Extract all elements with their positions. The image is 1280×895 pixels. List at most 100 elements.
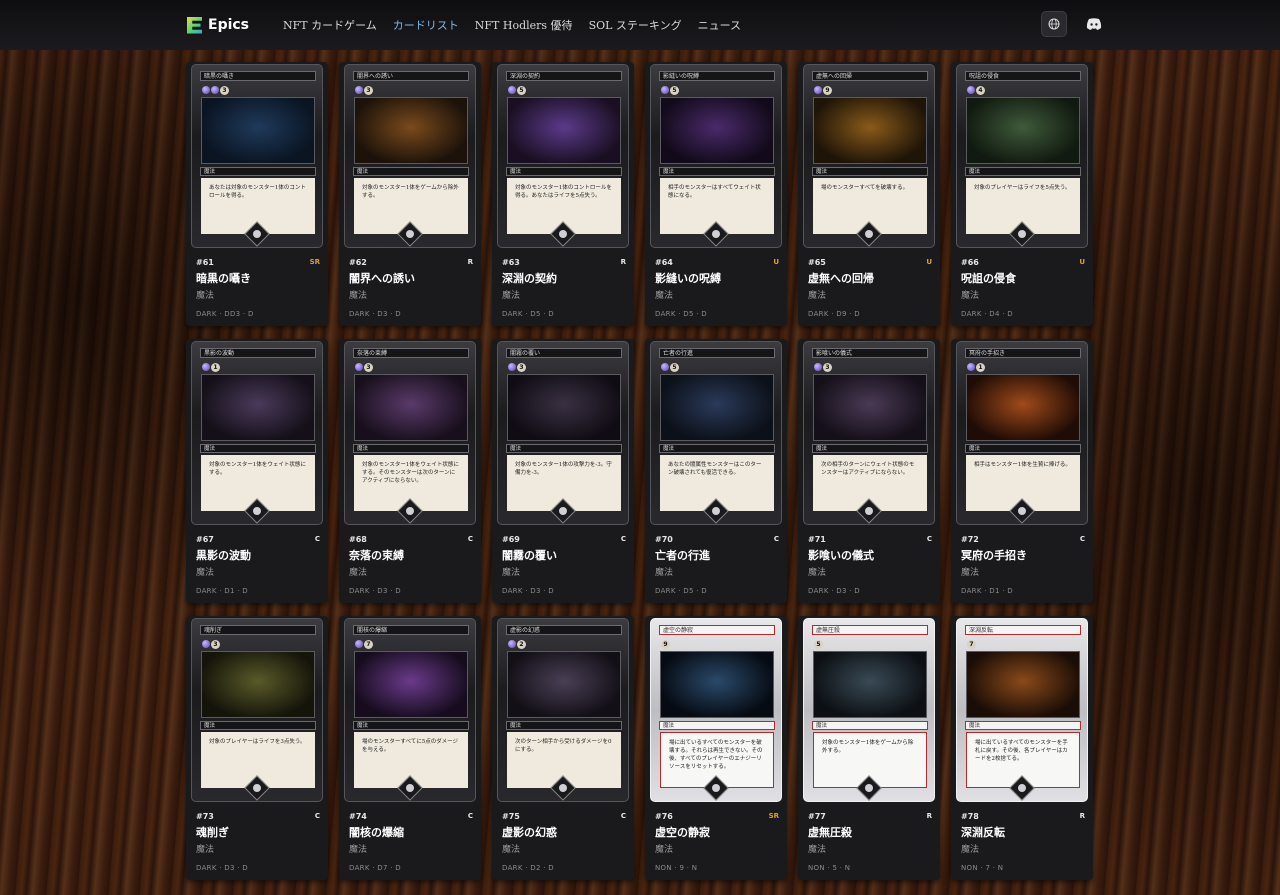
cost-number: 5	[517, 85, 526, 95]
card-type: 魔法	[502, 568, 521, 578]
card-artwork	[507, 651, 621, 718]
card-stats: DARK · D3 · D	[349, 310, 401, 318]
card-rarity: C	[773, 535, 779, 543]
card-type: 魔法	[808, 568, 827, 578]
card-face-title: 深淵の契約	[506, 71, 622, 81]
card-tile[interactable]: 深淵反転 7 魔法 場に出ているすべてのモンスターを手札に戻す。その後、各プレイ…	[951, 616, 1093, 880]
card-tile[interactable]: 黒影の波動 1 魔法 対象のモンスター1体をウェイト状態にする。 #67 C 黒…	[186, 339, 328, 603]
nav-link-nft-card-game[interactable]: NFT カードゲーム	[283, 17, 377, 33]
card-face-type: 魔法	[965, 721, 1081, 730]
card-tile[interactable]: 亡者の行進 5 魔法 あなたの闇属性モンスターはこのターン破壊されても復活できる…	[645, 339, 787, 603]
card-rarity: R	[467, 258, 473, 266]
card-type: 魔法	[349, 291, 368, 301]
dark-mana-icon	[202, 363, 210, 371]
card-type: 魔法	[502, 845, 521, 855]
card-face-cost: 2	[508, 639, 526, 649]
card-rarity: R	[926, 812, 932, 820]
cost-number: 3	[364, 362, 373, 372]
card-name: 呪詛の侵食	[961, 272, 1016, 285]
card-artwork	[813, 374, 927, 441]
card-tile[interactable]: 闇核の爆縮 7 魔法 場のモンスターすべてに5点のダメージを与える。 #74 C…	[339, 616, 481, 880]
card-artwork	[354, 374, 468, 441]
card-name: 闇霧の覆い	[502, 549, 557, 562]
card-number: #77	[808, 812, 826, 821]
nav-link-news[interactable]: ニュース	[698, 17, 741, 33]
card-tile[interactable]: 暗黒の囁き 3 魔法 あなたは対象のモンスター1体のコントロールを得る。 #61…	[186, 62, 328, 326]
card-artwork	[813, 97, 927, 164]
card-face-type: 魔法	[659, 721, 775, 730]
card-artwork	[966, 97, 1080, 164]
nav-link-card-list[interactable]: カードリスト	[393, 17, 459, 33]
card-face-cost: 3	[814, 362, 832, 372]
card-tile[interactable]: 奈落の束縛 3 魔法 対象のモンスター1体をウェイト状態にする。そのモンスターは…	[339, 339, 481, 603]
card-number: #74	[349, 812, 367, 821]
card-face-title: 虚無圧殺	[812, 625, 928, 635]
card-grid: 暗黒の囁き 3 魔法 あなたは対象のモンスター1体のコントロールを得る。 #61…	[186, 62, 1094, 880]
card-image: 虚無圧殺 5 魔法 対象のモンスター1体をゲームから除外する。	[803, 618, 935, 802]
card-image: 亡者の行進 5 魔法 あなたの闇属性モンスターはこのターン破壊されても復活できる…	[650, 341, 782, 525]
card-name: 闇核の爆縮	[349, 826, 404, 839]
card-type: 魔法	[196, 845, 215, 855]
card-number: #72	[961, 535, 979, 544]
card-tile[interactable]: 闇霧の覆い 3 魔法 対象のモンスター1体の攻撃力を-3。守備力を-3。 #69…	[492, 339, 634, 603]
card-rarity: R	[620, 258, 626, 266]
card-tile[interactable]: 深淵の契約 5 魔法 対象のモンスター1体のコントロールを得る。あなたはライフを…	[492, 62, 634, 326]
card-face-cost: 9	[814, 85, 832, 95]
card-image: 魂削ぎ 3 魔法 対象のプレイヤーはライフを3点失う。	[191, 618, 323, 802]
dark-mana-icon	[967, 86, 975, 94]
card-type: 魔法	[961, 845, 980, 855]
card-name: 冥府の手招き	[961, 549, 1027, 562]
card-tile[interactable]: 虚影の幻惑 2 魔法 次のターン相手から受けるダメージを0にする。 #75 C …	[492, 616, 634, 880]
card-name: 暗黒の囁き	[196, 272, 251, 285]
card-type: 魔法	[961, 291, 980, 301]
card-tile[interactable]: 魂削ぎ 3 魔法 対象のプレイヤーはライフを3点失う。 #73 C 魂削ぎ 魔法…	[186, 616, 328, 880]
cost-number: 2	[517, 639, 526, 649]
card-face-title: 亡者の行進	[659, 348, 775, 358]
language-button[interactable]	[1041, 11, 1067, 37]
nav-link-nft-hodlers[interactable]: NFT Hodlers 優待	[475, 17, 573, 33]
cost-number: 4	[976, 85, 985, 95]
card-tile[interactable]: 影喰いの儀式 3 魔法 次の相手のターンにウェイト状態のモンスターはアクティブに…	[798, 339, 940, 603]
card-meta: #64 U 影縫いの呪縛 魔法 DARK · D5 · D	[655, 258, 779, 318]
card-tile[interactable]: 虚空の静寂 9 魔法 場に出ているすべてのモンスターを破壊する。それらは再生でき…	[645, 616, 787, 880]
card-tile[interactable]: 冥府の手招き 1 魔法 相手はモンスター1体を生贄に捧げる。 #72 C 冥府の…	[951, 339, 1093, 603]
card-face-type: 魔法	[659, 444, 775, 453]
nav-link-sol-staking[interactable]: SOL ステーキング	[589, 17, 682, 33]
card-rarity: U	[1079, 258, 1085, 266]
card-number: #67	[196, 535, 214, 544]
card-image: 闇核の爆縮 7 魔法 場のモンスターすべてに5点のダメージを与える。	[344, 618, 476, 802]
card-number: #71	[808, 535, 826, 544]
card-meta: #62 R 闇界への誘い 魔法 DARK · D3 · D	[349, 258, 473, 318]
card-type: 魔法	[655, 845, 674, 855]
cost-number: 7	[967, 639, 976, 649]
card-face-title: 暗黒の囁き	[200, 71, 316, 81]
card-image: 闇界への誘い 3 魔法 対象のモンスター1体をゲームから除外する。	[344, 64, 476, 248]
card-tile[interactable]: 虚無圧殺 5 魔法 対象のモンスター1体をゲームから除外する。 #77 R 虚無…	[798, 616, 940, 880]
globe-icon	[1048, 18, 1060, 30]
dark-mana-icon	[508, 86, 516, 94]
discord-link[interactable]	[1081, 11, 1107, 37]
card-tile[interactable]: 影縫いの呪縛 5 魔法 相手のモンスターはすべてウェイト状態になる。 #64 U…	[645, 62, 787, 326]
card-image: 冥府の手招き 1 魔法 相手はモンスター1体を生贄に捧げる。	[956, 341, 1088, 525]
card-name: 魂削ぎ	[196, 826, 229, 839]
card-rarity: C	[314, 812, 320, 820]
card-tile[interactable]: 呪詛の侵食 4 魔法 対象のプレイヤーはライフを5点失う。 #66 U 呪詛の侵…	[951, 62, 1093, 326]
card-meta: #63 R 深淵の契約 魔法 DARK · D5 · D	[502, 258, 626, 318]
card-number: #73	[196, 812, 214, 821]
card-face-type: 魔法	[812, 167, 928, 176]
card-rarity: U	[773, 258, 779, 266]
dark-mana-icon	[355, 363, 363, 371]
card-name: 黒影の波動	[196, 549, 251, 562]
cost-number: 3	[517, 362, 526, 372]
card-meta: #77 R 虚無圧殺 魔法 NON · 5 · N	[808, 812, 932, 872]
card-face-cost: 3	[355, 362, 373, 372]
discord-icon	[1086, 18, 1102, 30]
card-stats: DARK · D9 · D	[808, 310, 860, 318]
card-number: #64	[655, 258, 673, 267]
dark-mana-icon	[202, 640, 210, 648]
card-tile[interactable]: 虚無への回帰 9 魔法 場のモンスターすべてを破壊する。 #65 U 虚無への回…	[798, 62, 940, 326]
card-tile[interactable]: 闇界への誘い 3 魔法 対象のモンスター1体をゲームから除外する。 #62 R …	[339, 62, 481, 326]
card-rarity: U	[926, 258, 932, 266]
card-face-cost: 3	[508, 362, 526, 372]
brand-logo-link[interactable]: Epics	[187, 16, 249, 34]
